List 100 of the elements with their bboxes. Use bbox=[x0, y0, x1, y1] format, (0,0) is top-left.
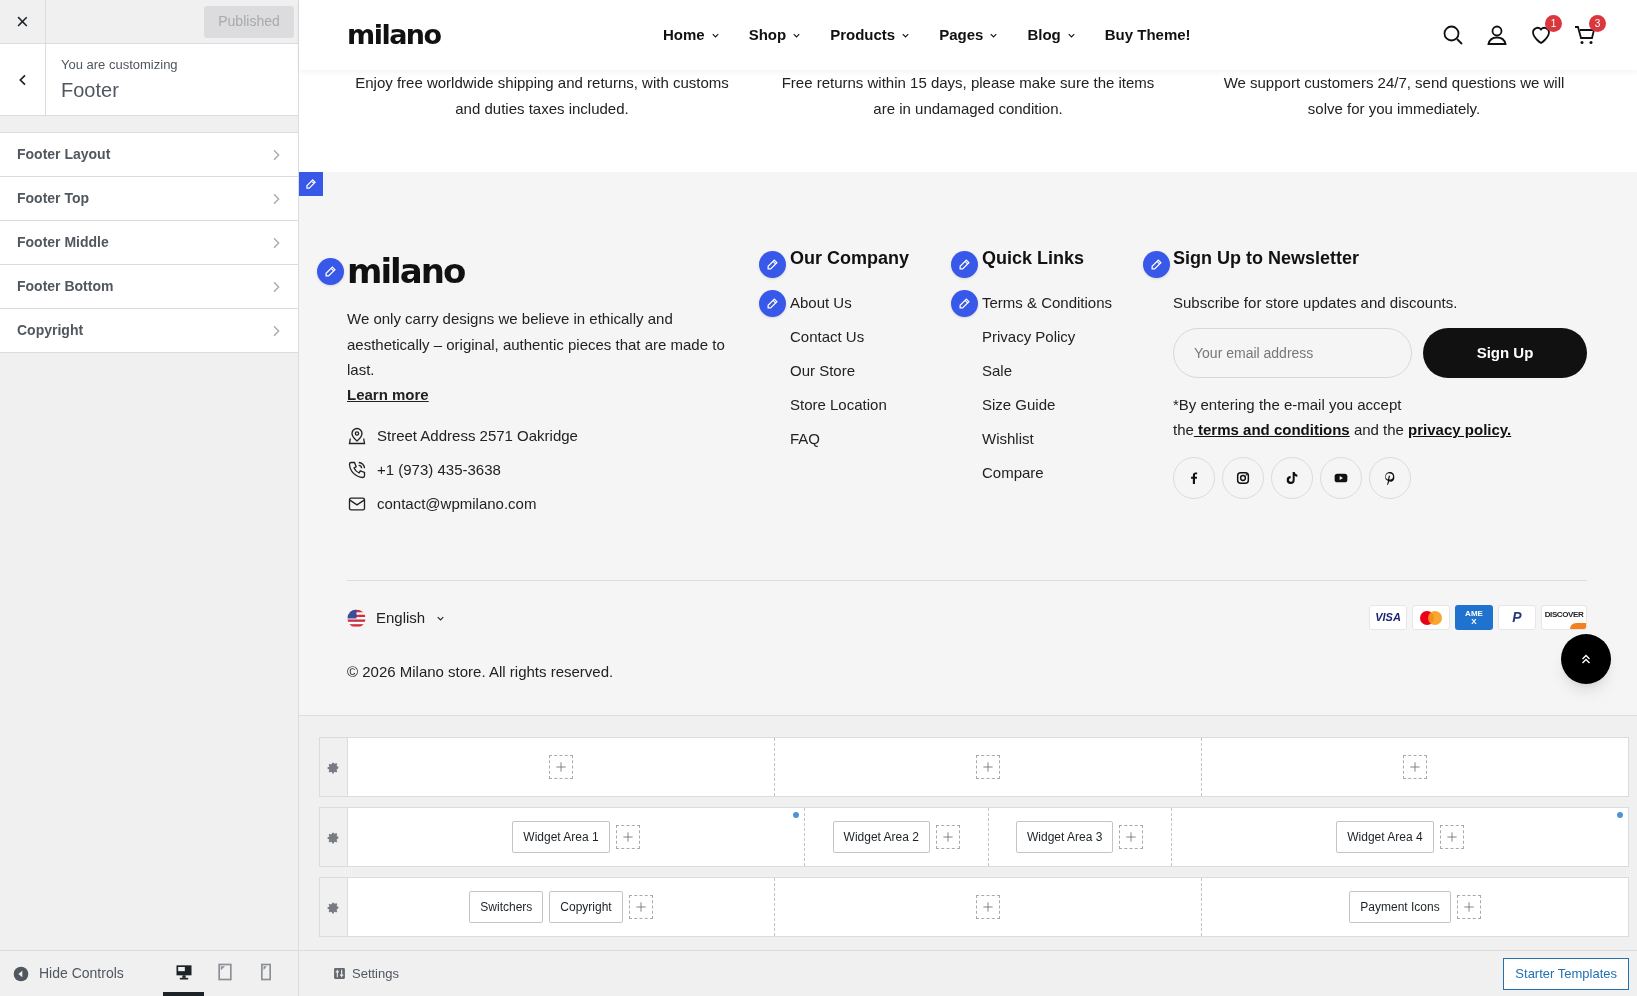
footer-link[interactable]: Size Guide bbox=[982, 394, 1056, 416]
column-heading: Quick Links bbox=[982, 246, 1085, 270]
customizing-label: You are customizing bbox=[61, 57, 178, 73]
email-field[interactable]: Your email address bbox=[1173, 328, 1412, 378]
copyright-text: © 2026 Milano store. All rights reserved. bbox=[347, 661, 614, 682]
plus-icon bbox=[981, 760, 995, 774]
consent-text: *By entering the e-mail you accept the terms and conditions and the privacy policy. bbox=[1173, 395, 1513, 440]
flag-icon bbox=[347, 608, 366, 628]
edit-icon[interactable] bbox=[1143, 251, 1170, 278]
double-chevron-up-icon bbox=[1579, 652, 1593, 666]
policy-link[interactable]: terms and conditions bbox=[1193, 421, 1350, 438]
newsletter-text: Subscribe for store updates and discounts. bbox=[1173, 293, 1459, 313]
feature-text: Enjoy free worldwide shipping and returns, with customs bbox=[355, 73, 729, 93]
widget-item[interactable]: Widget Area 4 bbox=[1336, 821, 1434, 853]
visa-card-icon: VISA bbox=[1369, 605, 1407, 630]
close-button[interactable]: × bbox=[0, 0, 46, 44]
phone-icon bbox=[347, 460, 367, 480]
feature-text: We support customers 24/7, send questions we will bbox=[1223, 73, 1565, 93]
footer-link[interactable]: Compare bbox=[982, 462, 1044, 484]
account-icon[interactable] bbox=[1485, 23, 1509, 47]
site-logo[interactable]: milano bbox=[347, 14, 647, 56]
plus-icon bbox=[1444, 830, 1459, 844]
panel-title: Footer bbox=[61, 78, 120, 103]
settings-icon[interactable] bbox=[320, 878, 348, 936]
count-badge: 1 bbox=[1545, 15, 1562, 32]
feature-text: solve for you immediately. bbox=[1307, 99, 1481, 119]
nav-link[interactable]: Buy Theme! bbox=[1104, 23, 1191, 47]
widget-item[interactable]: Payment Icons bbox=[1349, 891, 1451, 923]
nav-link[interactable]: Products bbox=[830, 23, 912, 47]
edit-icon[interactable] bbox=[951, 289, 978, 317]
gear-icon bbox=[327, 830, 340, 844]
search-icon[interactable] bbox=[1441, 23, 1465, 47]
edit-icon[interactable] bbox=[951, 251, 978, 278]
plus-icon bbox=[1124, 830, 1139, 844]
widget-item[interactable]: Widget Area 2 bbox=[832, 821, 930, 853]
collapse-icon bbox=[13, 965, 29, 982]
hide-controls-button[interactable]: Hide Controls bbox=[0, 963, 124, 984]
discover-card-icon: DISCOVER bbox=[1541, 605, 1587, 630]
starter-templates-button[interactable]: Starter Templates bbox=[1503, 957, 1629, 990]
feature-text: Free returns within 15 days, please make sure the items bbox=[781, 73, 1155, 93]
settings-icon[interactable] bbox=[320, 808, 348, 866]
column-heading: Sign Up to Newsletter bbox=[1173, 246, 1360, 270]
settings-icon bbox=[333, 967, 346, 980]
plus-icon bbox=[620, 830, 635, 844]
contact-text: contact@wpmilano.com bbox=[377, 493, 537, 514]
plus-icon bbox=[981, 900, 995, 914]
contact-text: Street Address 2571 Oakridge bbox=[377, 425, 578, 446]
footer-link[interactable]: Contact Us bbox=[790, 326, 865, 348]
language-switcher[interactable]: English bbox=[347, 607, 614, 630]
section-item[interactable]: Footer Layout bbox=[0, 133, 298, 177]
widget-item[interactable]: Switchers bbox=[469, 891, 544, 923]
footer-link[interactable]: Wishlist bbox=[982, 428, 1034, 450]
section-item[interactable]: Footer Middle bbox=[0, 221, 298, 265]
tiktok-icon bbox=[1284, 470, 1300, 486]
footer-logo[interactable]: milano bbox=[347, 252, 465, 290]
sign-up-button[interactable]: Sign Up bbox=[1423, 328, 1587, 378]
plus-icon bbox=[554, 760, 568, 774]
edit-icon[interactable] bbox=[759, 251, 786, 278]
edit-icon[interactable] bbox=[299, 172, 323, 196]
plus-icon bbox=[1408, 760, 1422, 774]
footer-link[interactable]: Sale bbox=[982, 360, 1013, 382]
count-badge: 3 bbox=[1589, 15, 1606, 32]
nav-link[interactable]: Blog bbox=[1027, 23, 1077, 47]
feature-text: are in undamaged condition. bbox=[873, 99, 1063, 119]
section-item[interactable]: Footer Top bbox=[0, 177, 298, 221]
gear-icon bbox=[327, 760, 340, 774]
policy-link[interactable]: privacy policy. bbox=[1408, 421, 1512, 438]
nav-link[interactable]: Shop bbox=[748, 23, 803, 47]
cart-icon[interactable] bbox=[1573, 23, 1597, 47]
plus-icon bbox=[1461, 900, 1476, 914]
footer-link[interactable]: Privacy Policy bbox=[982, 326, 1076, 348]
widget-item[interactable]: Widget Area 3 bbox=[1016, 821, 1114, 853]
nav-link[interactable]: Home bbox=[663, 23, 721, 47]
footer-link[interactable]: About Us bbox=[790, 292, 852, 314]
mastercard-card-icon bbox=[1412, 605, 1450, 630]
footer-link[interactable]: Store Location bbox=[790, 394, 887, 416]
settings-button[interactable]: Settings bbox=[333, 963, 399, 984]
contact-text: +1 (973) 435-3638 bbox=[377, 459, 501, 480]
learn-more-link[interactable]: Learn more bbox=[347, 383, 429, 406]
plus-icon bbox=[940, 830, 955, 844]
nav-link[interactable]: Pages bbox=[939, 23, 1000, 47]
column-heading: Our Company bbox=[790, 246, 909, 270]
scroll-top-button[interactable] bbox=[1561, 634, 1611, 684]
about-text: We only carry designs we believe in ethically and aesthetically – original, authentic pieces that are made to last. bbox=[347, 309, 726, 380]
settings-icon[interactable] bbox=[320, 738, 348, 796]
gear-icon bbox=[327, 900, 340, 914]
edit-icon[interactable] bbox=[317, 258, 344, 285]
instagram-icon bbox=[1235, 470, 1251, 486]
paypal-card-icon: P bbox=[1498, 605, 1536, 630]
widget-item[interactable]: Copyright bbox=[549, 891, 623, 923]
section-item[interactable]: Copyright bbox=[0, 309, 298, 353]
footer-link[interactable]: Terms & Conditions bbox=[982, 292, 1113, 314]
map-pin-icon bbox=[347, 426, 367, 446]
language-label: English bbox=[376, 608, 426, 628]
widget-item[interactable]: Widget Area 1 bbox=[512, 821, 610, 853]
section-item[interactable]: Footer Bottom bbox=[0, 265, 298, 309]
amex-card-icon: AMEX bbox=[1455, 605, 1493, 630]
edit-icon[interactable] bbox=[759, 289, 786, 317]
footer-link[interactable]: Our Store bbox=[790, 360, 856, 382]
footer-link[interactable]: FAQ bbox=[790, 428, 820, 450]
